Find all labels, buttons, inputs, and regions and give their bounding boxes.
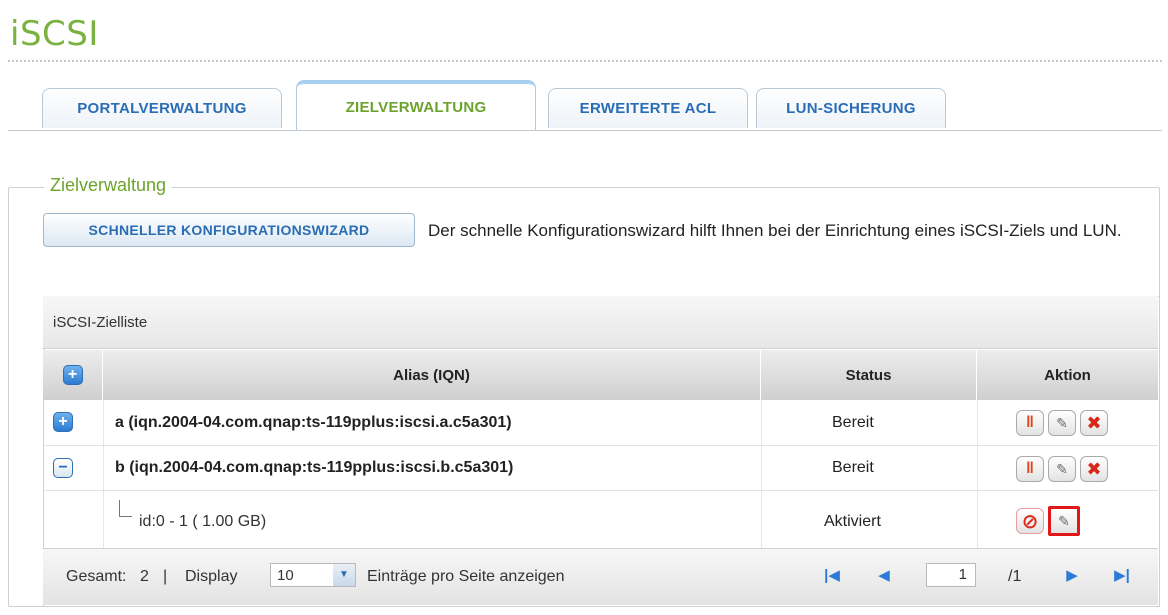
target-status: Bereit xyxy=(832,414,874,431)
edit-icon[interactable]: ✎ xyxy=(1048,410,1076,436)
edit-lun-icon[interactable]: ✎ xyxy=(1048,506,1080,536)
tab-zielverwaltung[interactable]: ZIELVERWALTUNG xyxy=(296,80,536,130)
pause-icon[interactable]: ‖ xyxy=(1016,410,1044,436)
page-total: /1 xyxy=(1008,568,1022,585)
tab-baseline xyxy=(8,130,1162,131)
column-action: Aktion xyxy=(977,350,1158,400)
prev-page-icon[interactable]: ◀ xyxy=(870,563,898,587)
title-divider xyxy=(8,60,1162,62)
tab-portalverwaltung[interactable]: PORTALVERWALTUNG xyxy=(42,88,282,128)
chevron-down-icon[interactable]: ▼ xyxy=(333,564,355,586)
column-alias[interactable]: Alias (IQN) xyxy=(103,350,761,400)
page-number-input[interactable]: 1 xyxy=(926,563,976,587)
total-label: Gesamt: xyxy=(66,568,127,585)
last-page-icon[interactable]: ▶| xyxy=(1108,563,1136,587)
next-page-icon[interactable]: ▶ xyxy=(1058,563,1086,587)
per-page-label: Einträge pro Seite anzeigen xyxy=(367,568,565,585)
row-divider xyxy=(43,490,1158,491)
lun-alias: id:0 - 1 ( 1.00 GB) xyxy=(139,513,267,530)
section-legend: Zielverwaltung xyxy=(44,175,173,196)
tree-branch-line xyxy=(119,500,132,517)
expand-row-icon[interactable]: + xyxy=(53,412,73,432)
first-page-icon[interactable]: |◀ xyxy=(818,563,846,587)
row-divider xyxy=(43,445,1158,446)
target-alias: a (iqn.2004-04.com.qnap:ts-119pplus:iscs… xyxy=(115,414,512,431)
lun-status: Aktiviert xyxy=(824,513,881,530)
delete-icon[interactable]: ✖ xyxy=(1080,456,1108,482)
add-target-icon[interactable]: + xyxy=(62,365,83,385)
total-count: 2 xyxy=(140,568,149,585)
pause-icon[interactable]: ‖ xyxy=(1016,456,1044,482)
wizard-description: Der schnelle Konfigurationswizard hilft … xyxy=(428,221,1122,240)
target-list-title: iSCSI-Zielliste xyxy=(53,314,148,331)
collapse-row-icon[interactable]: − xyxy=(53,458,73,478)
page-title: iSCSI xyxy=(10,14,99,54)
disable-icon[interactable]: ⊘ xyxy=(1016,508,1044,534)
column-divider xyxy=(103,400,104,548)
column-add: + xyxy=(43,350,103,400)
quick-config-wizard-button[interactable]: SCHNELLER KONFIGURATIONSWIZARD xyxy=(43,213,415,247)
target-status: Bereit xyxy=(832,459,874,476)
column-divider xyxy=(761,400,762,548)
delete-icon[interactable]: ✖ xyxy=(1080,410,1108,436)
footer-separator: | xyxy=(163,568,168,585)
tab-erweiterte-acl[interactable]: ERWEITERTE ACL xyxy=(548,88,748,128)
edit-icon[interactable]: ✎ xyxy=(1048,456,1076,482)
page-size-value: 10 xyxy=(277,567,294,584)
tab-lun-sicherung[interactable]: LUN-SICHERUNG xyxy=(756,88,946,128)
display-label: Display xyxy=(185,568,238,585)
column-divider xyxy=(977,400,978,548)
column-status[interactable]: Status xyxy=(761,350,977,400)
page-size-select[interactable]: 10 ▼ xyxy=(270,563,356,587)
target-alias: b (iqn.2004-04.com.qnap:ts-119pplus:iscs… xyxy=(115,459,514,476)
target-list-header xyxy=(43,296,1158,349)
